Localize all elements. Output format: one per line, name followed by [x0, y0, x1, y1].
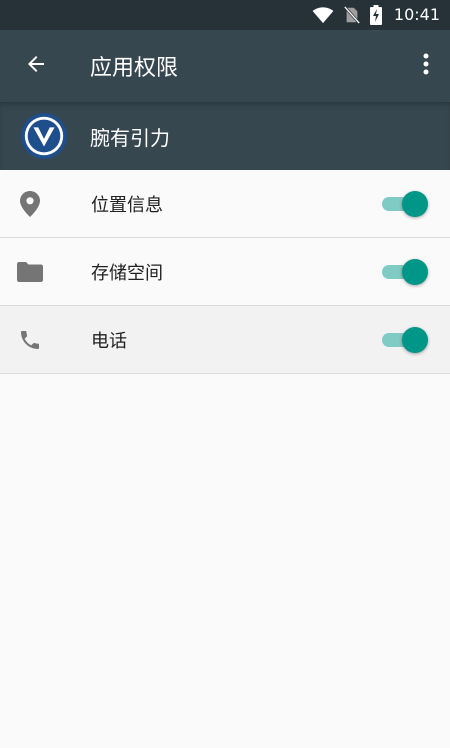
permission-row-storage[interactable]: 存储空间	[0, 238, 450, 306]
location-toggle[interactable]	[380, 190, 428, 218]
permission-row-location[interactable]: 位置信息	[0, 170, 450, 238]
more-vert-icon	[423, 53, 429, 79]
app-header: 腕有引力	[0, 102, 450, 170]
permission-label: 存储空间	[91, 262, 163, 284]
app-logo-icon	[20, 112, 68, 160]
folder-icon	[0, 261, 60, 282]
permission-label: 电话	[91, 330, 127, 352]
status-time: 10:41	[393, 5, 440, 24]
app-permissions-screen: 10:41 应用权限 腕有引力 位置信息 存储空间 电话	[0, 0, 450, 748]
wifi-icon	[312, 6, 334, 24]
toolbar: 应用权限	[0, 30, 450, 102]
page-title: 应用权限	[90, 56, 179, 81]
no-sim-icon	[343, 6, 360, 24]
phone-toggle[interactable]	[380, 326, 428, 354]
status-bar: 10:41	[0, 0, 450, 30]
location-pin-icon	[0, 190, 60, 217]
phone-icon	[0, 328, 60, 352]
permission-row-phone[interactable]: 电话	[0, 306, 450, 374]
permission-list: 位置信息 存储空间 电话	[0, 170, 450, 374]
battery-charging-icon	[369, 5, 382, 25]
app-name: 腕有引力	[90, 125, 170, 150]
permission-label: 位置信息	[91, 194, 163, 216]
storage-toggle[interactable]	[380, 258, 428, 286]
arrow-back-icon	[24, 52, 48, 80]
back-button[interactable]	[0, 30, 72, 102]
more-options-button[interactable]	[402, 30, 450, 102]
